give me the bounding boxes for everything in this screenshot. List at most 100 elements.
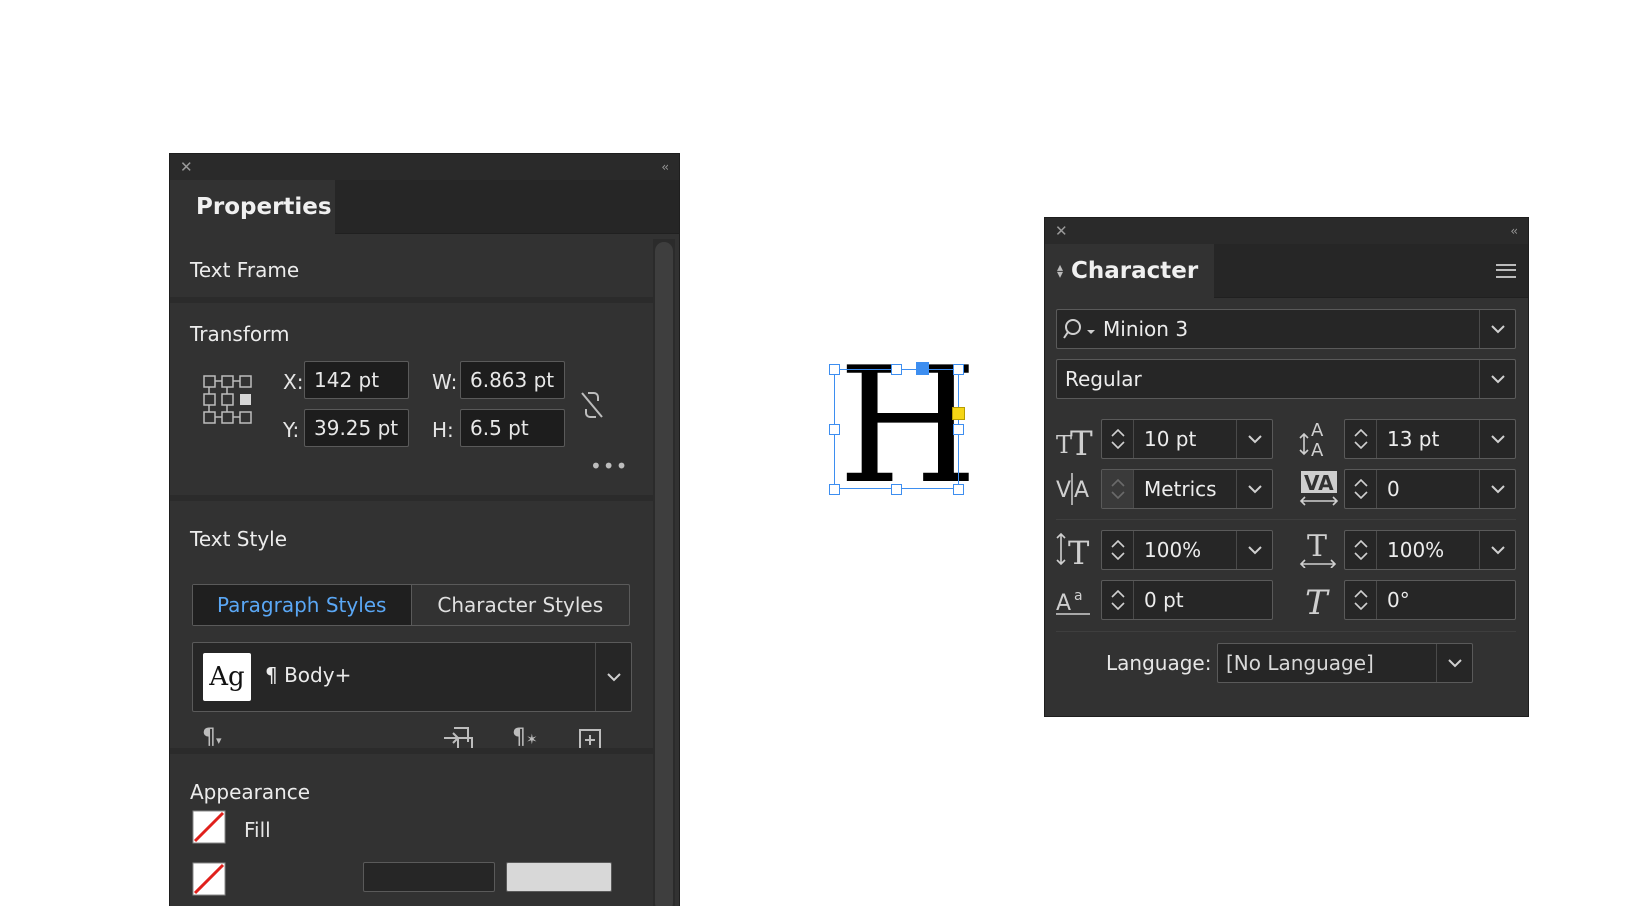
vertical-scale-field[interactable]: 100% xyxy=(1101,530,1273,570)
tab-properties[interactable]: Properties xyxy=(170,180,335,234)
resize-handle-right[interactable] xyxy=(953,424,964,435)
chevron-down-icon[interactable] xyxy=(1236,531,1272,569)
skew-stepper[interactable] xyxy=(1345,581,1377,619)
chevron-down-icon[interactable] xyxy=(1479,420,1515,458)
panel-title-bar[interactable]: ✕ ‹‹ xyxy=(1045,218,1528,244)
resize-handle-top-left[interactable] xyxy=(829,364,840,375)
collapse-icon[interactable]: ‹‹ xyxy=(1510,222,1517,240)
tracking-field[interactable]: 0 xyxy=(1344,469,1516,509)
leading-icon: A A xyxy=(1299,420,1324,458)
y-label: Y: xyxy=(283,418,300,442)
chevron-down-icon[interactable] xyxy=(1436,644,1472,682)
close-icon[interactable]: ✕ xyxy=(180,158,193,176)
resize-handle-top[interactable] xyxy=(891,364,902,375)
tracking-icon: VA xyxy=(1299,471,1339,506)
resize-handle-left[interactable] xyxy=(829,424,840,435)
inport-handle[interactable] xyxy=(916,362,929,375)
tracking-value: 0 xyxy=(1387,477,1400,501)
font-family-value: Minion 3 xyxy=(1103,317,1189,341)
close-icon[interactable]: ✕ xyxy=(1055,222,1068,240)
tab-sort-icon: ▴ ▾ xyxy=(1057,260,1064,281)
svg-text:T: T xyxy=(1070,424,1093,461)
skew-value: 0° xyxy=(1387,588,1410,612)
baseline-shift-stepper[interactable] xyxy=(1102,581,1134,619)
stroke-none-swatch-icon[interactable] xyxy=(192,862,226,896)
corner-options-handle[interactable] xyxy=(952,407,965,420)
leading-stepper[interactable] xyxy=(1345,420,1377,458)
stroke-weight-field[interactable] xyxy=(363,862,495,892)
character-panel: ✕ ‹‹ ▴▾ Character Minion 3 Regular T T xyxy=(1044,217,1529,717)
skew-field[interactable]: 0° xyxy=(1344,580,1516,620)
horizontal-scale-field[interactable]: 100% xyxy=(1344,530,1516,570)
resize-handle-bottom-right[interactable] xyxy=(953,484,964,495)
font-size-field[interactable]: 10 pt xyxy=(1101,419,1273,459)
font-family-dropdown[interactable]: Minion 3 xyxy=(1056,309,1516,349)
language-label: Language: xyxy=(1106,651,1212,675)
paragraph-style-dropdown[interactable]: Ag ¶ Body+ xyxy=(192,642,632,712)
language-dropdown[interactable]: [No Language] xyxy=(1217,643,1473,683)
horizontal-scale-stepper[interactable] xyxy=(1345,531,1377,569)
selected-style-name: ¶ Body+ xyxy=(265,663,352,687)
tab-paragraph-styles[interactable]: Paragraph Styles xyxy=(193,585,412,625)
w-field[interactable]: 6.863 pt xyxy=(460,361,565,399)
x-label: X: xyxy=(283,370,304,394)
chevron-down-icon[interactable] xyxy=(1236,470,1272,508)
svg-text:T: T xyxy=(1305,583,1330,620)
h-field[interactable]: 6.5 pt xyxy=(460,409,565,447)
fill-none-swatch-icon[interactable] xyxy=(192,810,226,844)
resize-handle-bottom-left[interactable] xyxy=(829,484,840,495)
section-text-frame-title: Text Frame xyxy=(190,258,300,282)
panel-tab-bar: Properties xyxy=(170,180,679,234)
skew-icon: T xyxy=(1305,583,1330,620)
resize-handle-top-right[interactable] xyxy=(953,364,964,375)
more-options-icon[interactable]: ••• xyxy=(590,454,628,478)
svg-text:VA: VA xyxy=(1304,471,1334,495)
resize-handle-bottom[interactable] xyxy=(891,484,902,495)
font-size-stepper[interactable] xyxy=(1102,420,1134,458)
svg-text:A: A xyxy=(1311,420,1324,441)
chevron-down-icon[interactable] xyxy=(1479,310,1515,348)
tab-character-label: Character xyxy=(1071,258,1199,284)
font-style-value: Regular xyxy=(1065,367,1142,391)
tracking-stepper[interactable] xyxy=(1345,470,1377,508)
svg-text:A: A xyxy=(1056,591,1071,616)
vertical-scale-value: 100% xyxy=(1144,538,1202,562)
collapse-icon[interactable]: ‹‹ xyxy=(661,158,668,176)
x-field[interactable]: 142 pt xyxy=(304,361,409,399)
baseline-shift-value: 0 pt xyxy=(1144,588,1184,612)
stroke-type-dropdown[interactable] xyxy=(506,862,612,892)
tab-character-styles[interactable]: Character Styles xyxy=(412,585,630,625)
search-icon[interactable] xyxy=(1063,318,1097,340)
leading-field[interactable]: 13 pt xyxy=(1344,419,1516,459)
chevron-down-icon[interactable] xyxy=(1479,360,1515,398)
panel-title-bar[interactable]: ✕ ‹‹ xyxy=(170,154,679,180)
font-style-dropdown[interactable]: Regular xyxy=(1056,359,1516,399)
chevron-down-icon[interactable] xyxy=(595,643,631,711)
kerning-value: Metrics xyxy=(1144,477,1217,501)
constrain-proportions-icon[interactable] xyxy=(578,389,606,421)
vertical-scale-stepper[interactable] xyxy=(1102,531,1134,569)
language-value: [No Language] xyxy=(1226,651,1374,675)
chevron-down-icon[interactable] xyxy=(1236,420,1272,458)
w-label: W: xyxy=(432,370,458,394)
kerning-stepper[interactable] xyxy=(1102,470,1134,508)
selection-frame xyxy=(834,369,959,489)
baseline-shift-icon: A a xyxy=(1056,588,1090,616)
tab-character[interactable]: ▴ ▾ Character xyxy=(1045,244,1214,298)
svg-text:A: A xyxy=(1311,440,1324,458)
divider xyxy=(1056,519,1516,520)
scrollbar-thumb[interactable] xyxy=(655,242,673,906)
kerning-field[interactable]: Metrics xyxy=(1101,469,1273,509)
horizontal-scale-icon: T xyxy=(1299,529,1337,568)
properties-panel: ✕ ‹‹ Properties Text Frame Transform X: … xyxy=(169,153,680,906)
y-field[interactable]: 39.25 pt xyxy=(304,409,409,447)
appearance-title: Appearance xyxy=(190,780,311,804)
chevron-down-icon[interactable] xyxy=(1479,531,1515,569)
fill-label: Fill xyxy=(244,818,271,842)
reference-point-icon[interactable] xyxy=(202,374,254,426)
style-preview-swatch: Ag xyxy=(203,653,251,701)
chevron-down-icon[interactable] xyxy=(1479,470,1515,508)
panel-menu-icon[interactable] xyxy=(1496,264,1516,278)
baseline-shift-field[interactable]: 0 pt xyxy=(1101,580,1273,620)
font-size-value: 10 pt xyxy=(1144,427,1197,451)
